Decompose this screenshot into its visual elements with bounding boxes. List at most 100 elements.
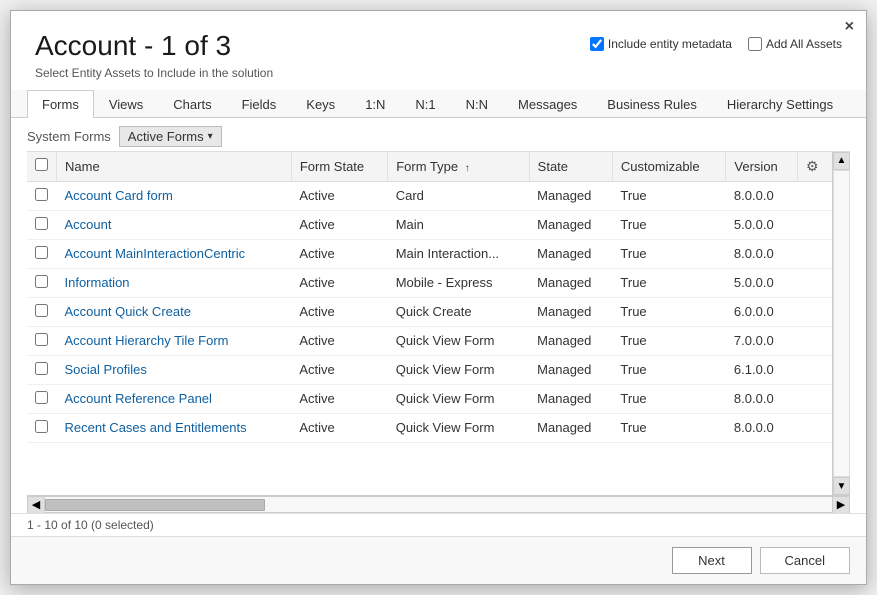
scroll-track[interactable]: [833, 170, 850, 477]
form-state-column-header[interactable]: Form State: [291, 152, 387, 182]
row-form-type-cell: Main: [388, 210, 529, 239]
tabs-bar: Forms Views Charts Fields Keys 1:N N:1 N…: [11, 90, 866, 118]
horiz-scroll-track[interactable]: [45, 496, 832, 513]
tab-forms[interactable]: Forms: [27, 90, 94, 118]
select-all-checkbox[interactable]: [35, 158, 48, 171]
tab-charts[interactable]: Charts: [158, 90, 226, 118]
state-column-header[interactable]: State: [529, 152, 612, 182]
row-checkbox[interactable]: [35, 188, 48, 201]
form-type-column-header[interactable]: Form Type ↑: [388, 152, 529, 182]
include-metadata-label[interactable]: Include entity metadata: [590, 37, 732, 51]
row-checkbox[interactable]: [35, 275, 48, 288]
row-form-state-cell: Active: [291, 268, 387, 297]
tab-messages[interactable]: Messages: [503, 90, 592, 118]
tab-keys[interactable]: Keys: [291, 90, 350, 118]
row-checkbox[interactable]: [35, 217, 48, 230]
tab-views[interactable]: Views: [94, 90, 158, 118]
form-name-link[interactable]: Account MainInteractionCentric: [65, 246, 246, 261]
sort-up-icon: ↑: [465, 163, 470, 174]
table-row: AccountActiveMainManagedTrue5.0.0.0: [27, 210, 832, 239]
table-row: Account Quick CreateActiveQuick CreateMa…: [27, 297, 832, 326]
tab-business-rules[interactable]: Business Rules: [592, 90, 712, 118]
include-metadata-checkbox[interactable]: [590, 37, 604, 51]
row-form-type-cell: Card: [388, 181, 529, 210]
row-customizable-cell: True: [612, 326, 726, 355]
table-row: Account Hierarchy Tile FormActiveQuick V…: [27, 326, 832, 355]
customizable-column-header[interactable]: Customizable: [612, 152, 726, 182]
scroll-down-button[interactable]: ▼: [833, 477, 850, 495]
row-state-cell: Managed: [529, 413, 612, 442]
tab-n1[interactable]: N:1: [400, 90, 450, 118]
close-button[interactable]: ×: [845, 19, 854, 35]
row-form-type-cell: Quick View Form: [388, 326, 529, 355]
row-checkbox[interactable]: [35, 333, 48, 346]
dialog-options: Include entity metadata Add All Assets: [590, 37, 842, 51]
table-row: Recent Cases and EntitlementsActiveQuick…: [27, 413, 832, 442]
row-form-state-cell: Active: [291, 181, 387, 210]
row-customizable-cell: True: [612, 413, 726, 442]
next-button[interactable]: Next: [672, 547, 752, 574]
status-bar: 1 - 10 of 10 (0 selected): [11, 513, 866, 536]
vertical-scrollbar[interactable]: ▲ ▼: [832, 152, 850, 495]
row-checkbox-cell[interactable]: [27, 239, 57, 268]
add-all-assets-checkbox[interactable]: [748, 37, 762, 51]
row-gear-cell: [797, 210, 832, 239]
settings-column-header[interactable]: ⚙: [797, 152, 832, 182]
row-checkbox-cell[interactable]: [27, 355, 57, 384]
version-column-header[interactable]: Version: [726, 152, 798, 182]
scroll-left-button[interactable]: ◀: [27, 496, 45, 514]
gear-icon[interactable]: ⚙: [806, 158, 819, 174]
name-column-header[interactable]: Name: [57, 152, 292, 182]
form-name-link[interactable]: Account Quick Create: [65, 304, 191, 319]
table-scroll[interactable]: Name Form State Form Type ↑ State Custom…: [27, 152, 832, 495]
active-forms-dropdown[interactable]: Active Forms ▾: [119, 126, 222, 147]
row-checkbox-cell[interactable]: [27, 384, 57, 413]
row-name-cell: Account Card form: [57, 181, 292, 210]
row-checkbox-cell[interactable]: [27, 210, 57, 239]
row-checkbox[interactable]: [35, 304, 48, 317]
row-checkbox[interactable]: [35, 391, 48, 404]
form-name-link[interactable]: Account Hierarchy Tile Form: [65, 333, 229, 348]
check-all-header[interactable]: [27, 152, 57, 182]
tab-nn[interactable]: N:N: [451, 90, 503, 118]
dialog-footer: Next Cancel: [11, 536, 866, 584]
row-checkbox[interactable]: [35, 246, 48, 259]
tab-1n[interactable]: 1:N: [350, 90, 400, 118]
row-name-cell: Account Reference Panel: [57, 384, 292, 413]
add-all-assets-label[interactable]: Add All Assets: [748, 37, 842, 51]
row-state-cell: Managed: [529, 239, 612, 268]
row-checkbox-cell[interactable]: [27, 326, 57, 355]
row-version-cell: 5.0.0.0: [726, 268, 798, 297]
row-checkbox-cell[interactable]: [27, 181, 57, 210]
subheader-prefix: System Forms: [27, 129, 111, 144]
horiz-scroll-thumb[interactable]: [45, 499, 265, 511]
table-row: Social ProfilesActiveQuick View FormMana…: [27, 355, 832, 384]
row-checkbox-cell[interactable]: [27, 268, 57, 297]
form-name-link[interactable]: Account: [65, 217, 112, 232]
form-name-link[interactable]: Account Card form: [65, 188, 173, 203]
form-name-link[interactable]: Information: [65, 275, 130, 290]
cancel-button[interactable]: Cancel: [760, 547, 850, 574]
tab-hierarchy-settings[interactable]: Hierarchy Settings: [712, 90, 848, 118]
row-checkbox-cell[interactable]: [27, 297, 57, 326]
row-checkbox[interactable]: [35, 362, 48, 375]
form-name-link[interactable]: Account Reference Panel: [65, 391, 212, 406]
table-header-row: Name Form State Form Type ↑ State Custom…: [27, 152, 832, 182]
table-row: Account Reference PanelActiveQuick View …: [27, 384, 832, 413]
row-customizable-cell: True: [612, 297, 726, 326]
form-name-link[interactable]: Recent Cases and Entitlements: [65, 420, 247, 435]
row-state-cell: Managed: [529, 297, 612, 326]
tab-fields[interactable]: Fields: [227, 90, 292, 118]
row-name-cell: Account: [57, 210, 292, 239]
row-state-cell: Managed: [529, 181, 612, 210]
row-checkbox-cell[interactable]: [27, 413, 57, 442]
table-container: Name Form State Form Type ↑ State Custom…: [27, 151, 850, 495]
row-state-cell: Managed: [529, 268, 612, 297]
add-all-assets-text: Add All Assets: [766, 37, 842, 51]
scroll-up-button[interactable]: ▲: [833, 152, 850, 170]
dialog-subtitle: Select Entity Assets to Include in the s…: [35, 66, 590, 80]
row-checkbox[interactable]: [35, 420, 48, 433]
table-row: Account Card formActiveCardManagedTrue8.…: [27, 181, 832, 210]
scroll-right-button[interactable]: ▶: [832, 496, 850, 514]
form-name-link[interactable]: Social Profiles: [65, 362, 147, 377]
